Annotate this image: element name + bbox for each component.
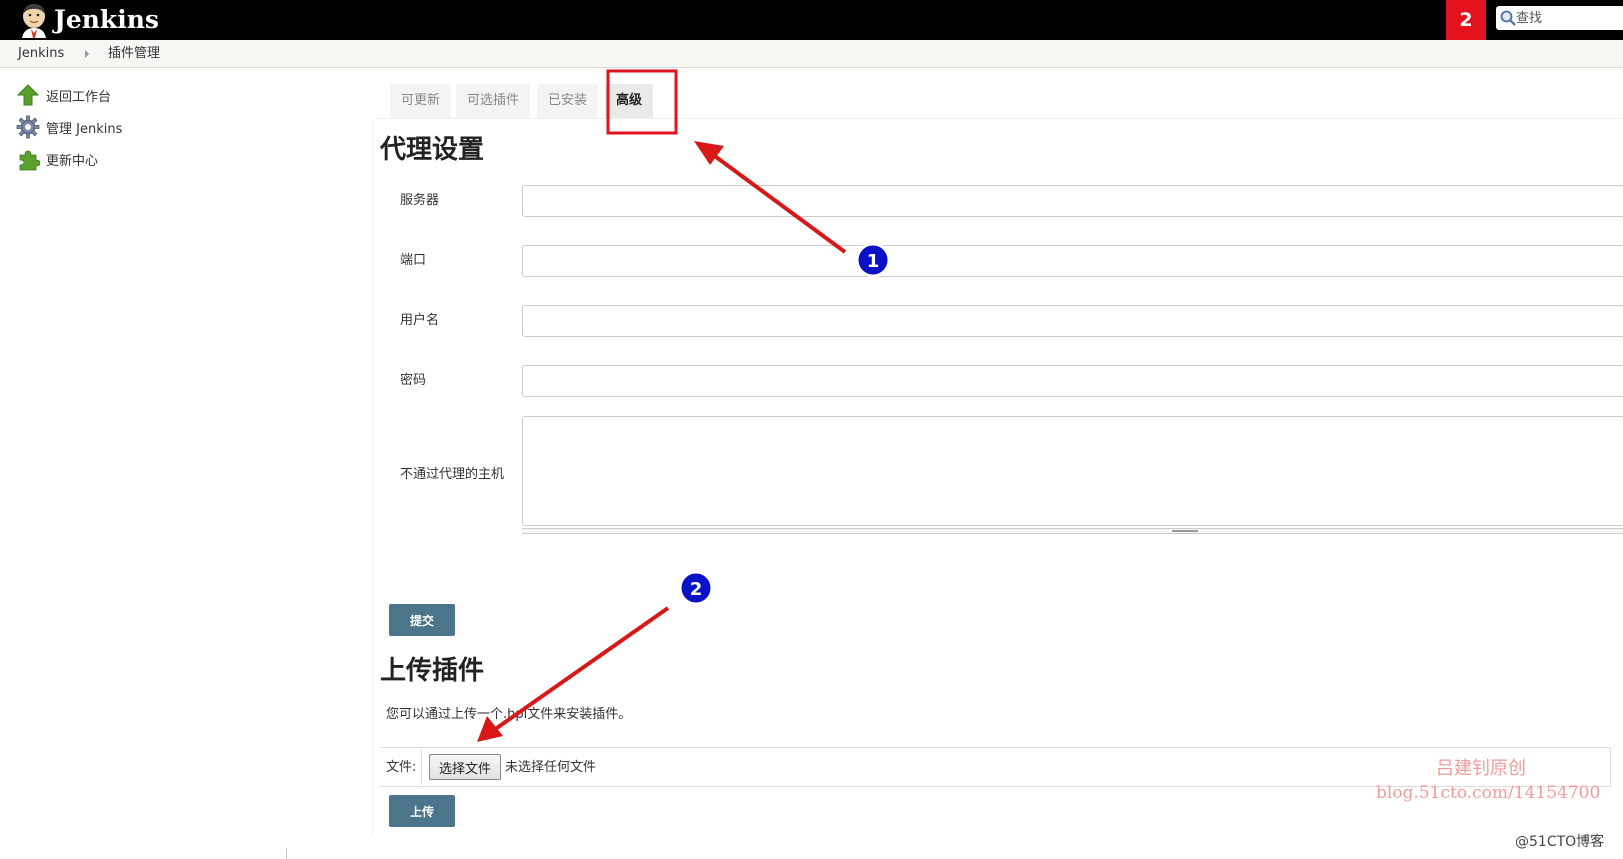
resize-grip-icon[interactable] [1172, 530, 1198, 532]
sidebar-item-label: 更新中心 [46, 153, 99, 169]
watermark-site: @51CTO博客 [1515, 834, 1605, 850]
search-box [1496, 6, 1623, 30]
password-input[interactable] [522, 365, 1623, 397]
no-proxy-hosts-textarea[interactable] [522, 416, 1623, 526]
upload-description: 您可以通过上传一个.hpi文件来安装插件。 [386, 707, 632, 722]
textarea-resize-bar[interactable] [522, 528, 1623, 534]
sidebar-item-label: 返回工作台 [46, 89, 112, 105]
submit-button[interactable]: 提交 [389, 604, 455, 636]
no-proxy-hosts-label: 不通过代理的主机 [400, 467, 505, 482]
file-label: 文件: [386, 760, 417, 775]
marker-2-icon: 2 [678, 570, 714, 606]
search-icon [1500, 10, 1516, 26]
port-input[interactable] [522, 245, 1623, 277]
no-file-selected-text: 未选择任何文件 [505, 760, 597, 775]
upload-plugin-title: 上传插件 [380, 656, 485, 686]
server-input[interactable] [522, 185, 1623, 217]
server-label: 服务器 [400, 193, 440, 208]
marker-2-label: 2 [690, 579, 703, 600]
jenkins-logo-icon[interactable] [18, 2, 50, 38]
gear-icon [16, 115, 40, 139]
port-label: 端口 [400, 253, 427, 268]
divider-tick [286, 848, 287, 859]
sidebar: 返回工作台 管理 Jenkins 更新中心 [0, 68, 370, 859]
top-header: Jenkins 2 [0, 0, 1623, 40]
proxy-settings-title: 代理设置 [380, 135, 485, 165]
sidebar-item-label: 管理 Jenkins [46, 121, 123, 137]
tab-installed[interactable]: 已安装 [537, 84, 599, 118]
tab-underline [376, 118, 1623, 119]
content-divider [372, 120, 373, 835]
sidebar-item-back-to-dashboard[interactable]: 返回工作台 [16, 82, 111, 108]
breadcrumb-jenkins[interactable]: Jenkins [18, 45, 64, 63]
sidebar-item-manage-jenkins[interactable]: 管理 Jenkins [16, 114, 122, 140]
file-row-divider [421, 749, 422, 785]
breadcrumb-separator-icon [85, 50, 89, 58]
app-name[interactable]: Jenkins [54, 2, 159, 38]
puzzle-icon [19, 150, 40, 171]
tab-advanced[interactable]: 高级 [605, 84, 654, 118]
tab-updates[interactable]: 可更新 [390, 84, 452, 118]
search-input[interactable] [1516, 6, 1621, 30]
watermark-author: 吕建钊原创 [1436, 758, 1526, 779]
breadcrumb: Jenkins 插件管理 [0, 40, 1623, 68]
username-label: 用户名 [400, 313, 440, 328]
breadcrumb-plugin-manager[interactable]: 插件管理 [108, 45, 160, 63]
username-input[interactable] [522, 305, 1623, 337]
tab-available[interactable]: 可选插件 [456, 84, 531, 118]
password-label: 密码 [400, 373, 427, 388]
up-arrow-icon [16, 84, 40, 106]
watermark-url: blog.51cto.com/14154700 [1376, 783, 1601, 803]
sidebar-item-update-center[interactable]: 更新中心 [16, 146, 98, 172]
upload-button[interactable]: 上传 [389, 795, 455, 827]
choose-file-button[interactable]: 选择文件 [429, 754, 501, 780]
notification-badge[interactable]: 2 [1446, 0, 1486, 40]
